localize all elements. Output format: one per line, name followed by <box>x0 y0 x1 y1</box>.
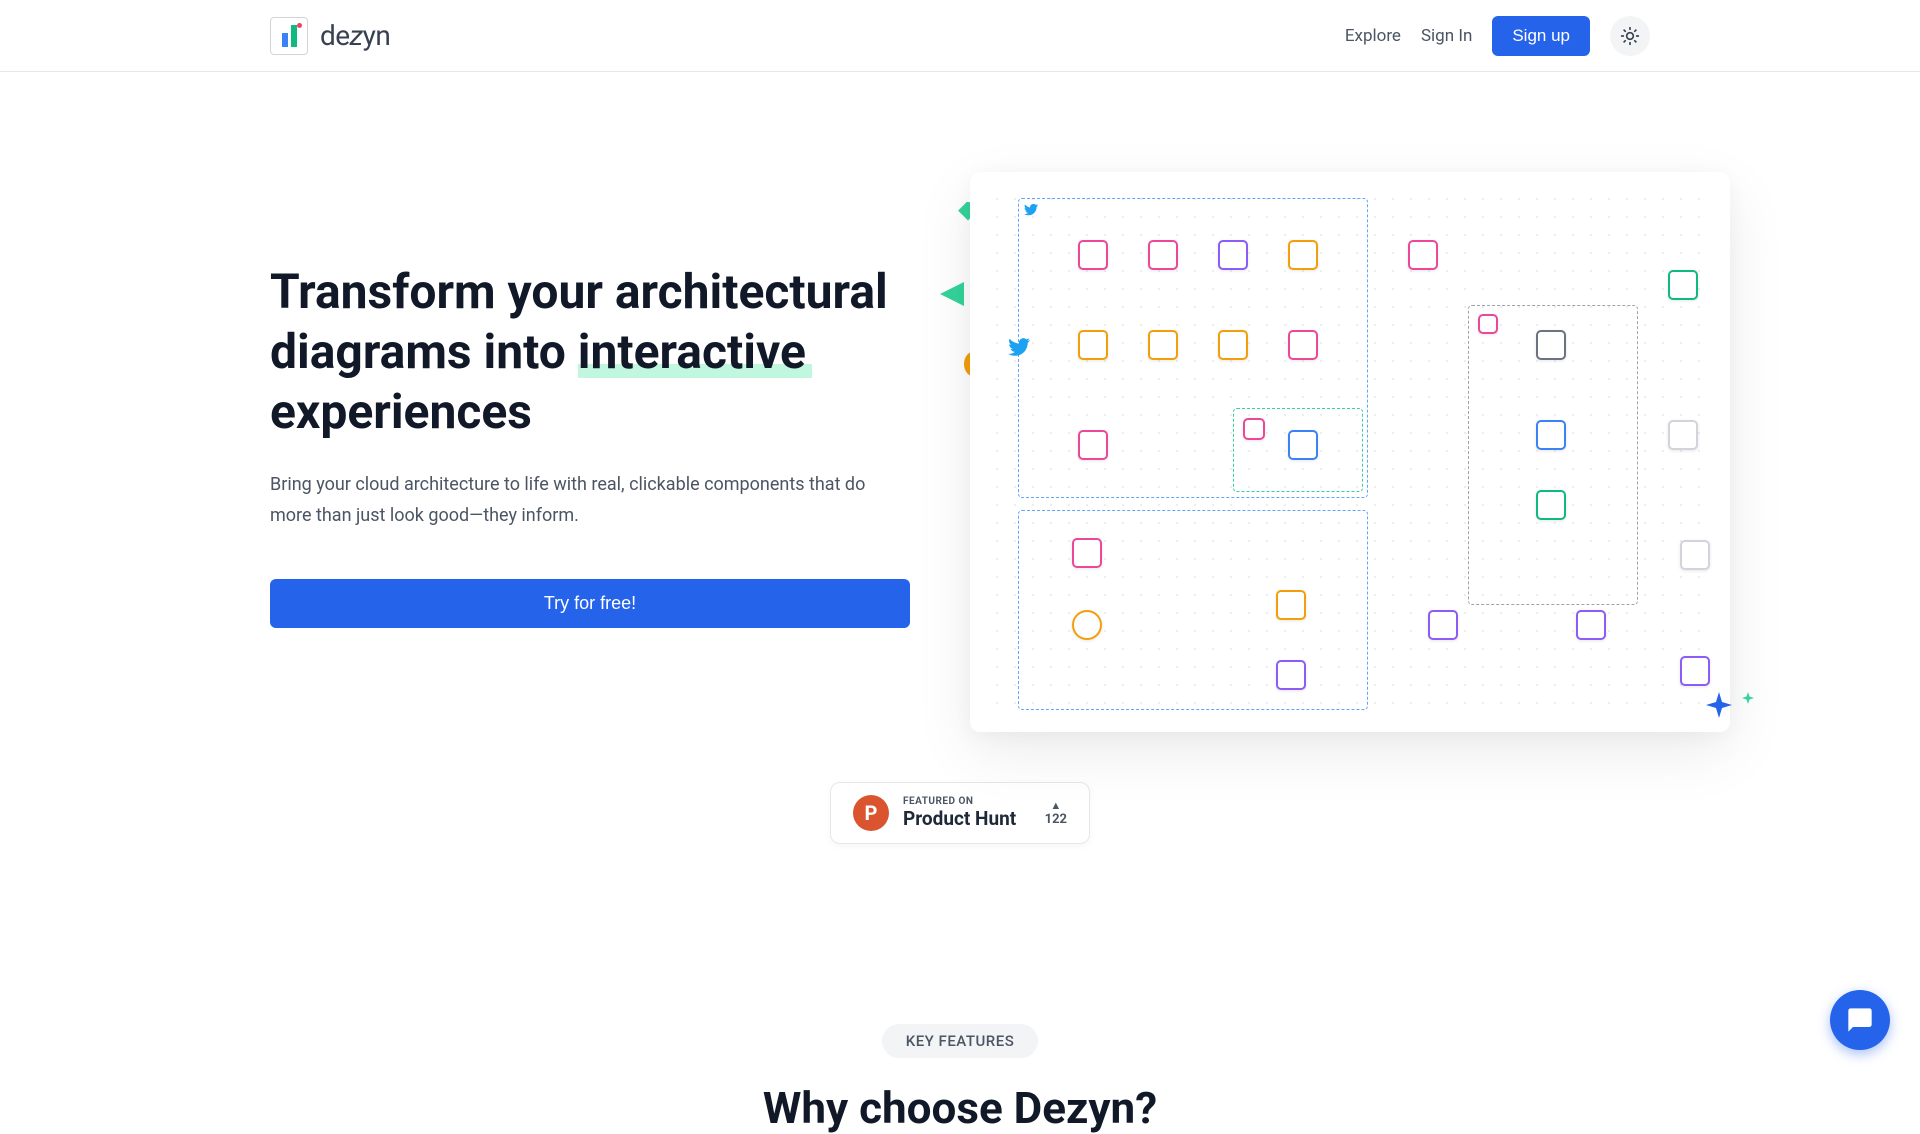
features-badge: KEY FEATURES <box>882 1024 1039 1058</box>
nav-explore[interactable]: Explore <box>1345 26 1401 46</box>
producthunt-featured-label: FEATURED ON <box>903 796 1045 807</box>
chat-icon <box>1846 1006 1874 1034</box>
diagram-node <box>1288 240 1318 270</box>
sun-icon <box>1620 26 1640 46</box>
logo-icon <box>270 17 308 55</box>
brand-name: dezyn <box>320 19 390 52</box>
diagram-canvas <box>988 190 1712 714</box>
diagram-group <box>1018 510 1368 710</box>
signup-button[interactable]: Sign up <box>1492 16 1590 56</box>
diagram-node <box>1536 330 1566 360</box>
diagram-node <box>1576 610 1606 640</box>
features-section: KEY FEATURES Why choose Dezyn? <box>0 1024 1920 1134</box>
site-header: dezyn Explore Sign In Sign up <box>0 0 1920 72</box>
twitter-icon <box>1008 338 1030 356</box>
producthunt-text: FEATURED ON Product Hunt <box>903 796 1045 830</box>
diagram-node <box>1078 330 1108 360</box>
twitter-icon <box>1024 204 1038 216</box>
diagram-node <box>1078 240 1108 270</box>
cta-button[interactable]: Try for free! <box>270 579 910 628</box>
diagram-node <box>1680 540 1710 570</box>
diagram-node <box>1072 610 1102 640</box>
producthunt-badge[interactable]: P FEATURED ON Product Hunt ▲ 122 <box>830 782 1090 844</box>
producthunt-name: Product Hunt <box>903 807 1045 830</box>
hero-title: Transform your architectural diagrams in… <box>270 262 910 442</box>
diagram-node <box>1243 418 1265 440</box>
diagram-node <box>1148 330 1178 360</box>
diagram-node <box>1218 330 1248 360</box>
diagram-node <box>1288 330 1318 360</box>
diagram-node <box>1428 610 1458 640</box>
diagram-node <box>1478 314 1498 334</box>
hero-illustration <box>970 172 1730 732</box>
producthunt-upvote: ▲ 122 <box>1045 799 1067 827</box>
brand-logo[interactable]: dezyn <box>270 17 390 55</box>
producthunt-upvote-count: 122 <box>1045 812 1067 827</box>
diagram-preview <box>970 172 1730 732</box>
diagram-node <box>1078 430 1108 460</box>
features-title: Why choose Dezyn? <box>0 1082 1920 1134</box>
upvote-arrow-icon: ▲ <box>1045 799 1067 812</box>
diagram-node <box>1218 240 1248 270</box>
diagram-node <box>1668 270 1698 300</box>
producthunt-logo-icon: P <box>853 795 889 831</box>
hero-subtitle: Bring your cloud architecture to life wi… <box>270 470 870 531</box>
hero-content: Transform your architectural diagrams in… <box>270 172 910 732</box>
deco-triangle-icon <box>940 282 968 306</box>
chat-button[interactable] <box>1830 990 1890 1050</box>
sparkle-icon <box>1706 692 1732 718</box>
diagram-node <box>1148 240 1178 270</box>
diagram-node <box>1536 420 1566 450</box>
main-nav: Explore Sign In Sign up <box>1345 16 1650 56</box>
diagram-node <box>1288 430 1318 460</box>
sparkle-small-icon <box>1742 692 1754 704</box>
hero-title-part2: experiences <box>270 383 532 440</box>
diagram-node <box>1072 538 1102 568</box>
diagram-node <box>1668 420 1698 450</box>
diagram-node <box>1536 490 1566 520</box>
diagram-node <box>1408 240 1438 270</box>
hero-section: Transform your architectural diagrams in… <box>0 72 1920 772</box>
diagram-node <box>1276 590 1306 620</box>
diagram-node <box>1276 660 1306 690</box>
diagram-node <box>1680 656 1710 686</box>
nav-signin[interactable]: Sign In <box>1421 26 1472 46</box>
theme-toggle-button[interactable] <box>1610 16 1650 56</box>
hero-title-highlight: interactive <box>578 322 806 382</box>
